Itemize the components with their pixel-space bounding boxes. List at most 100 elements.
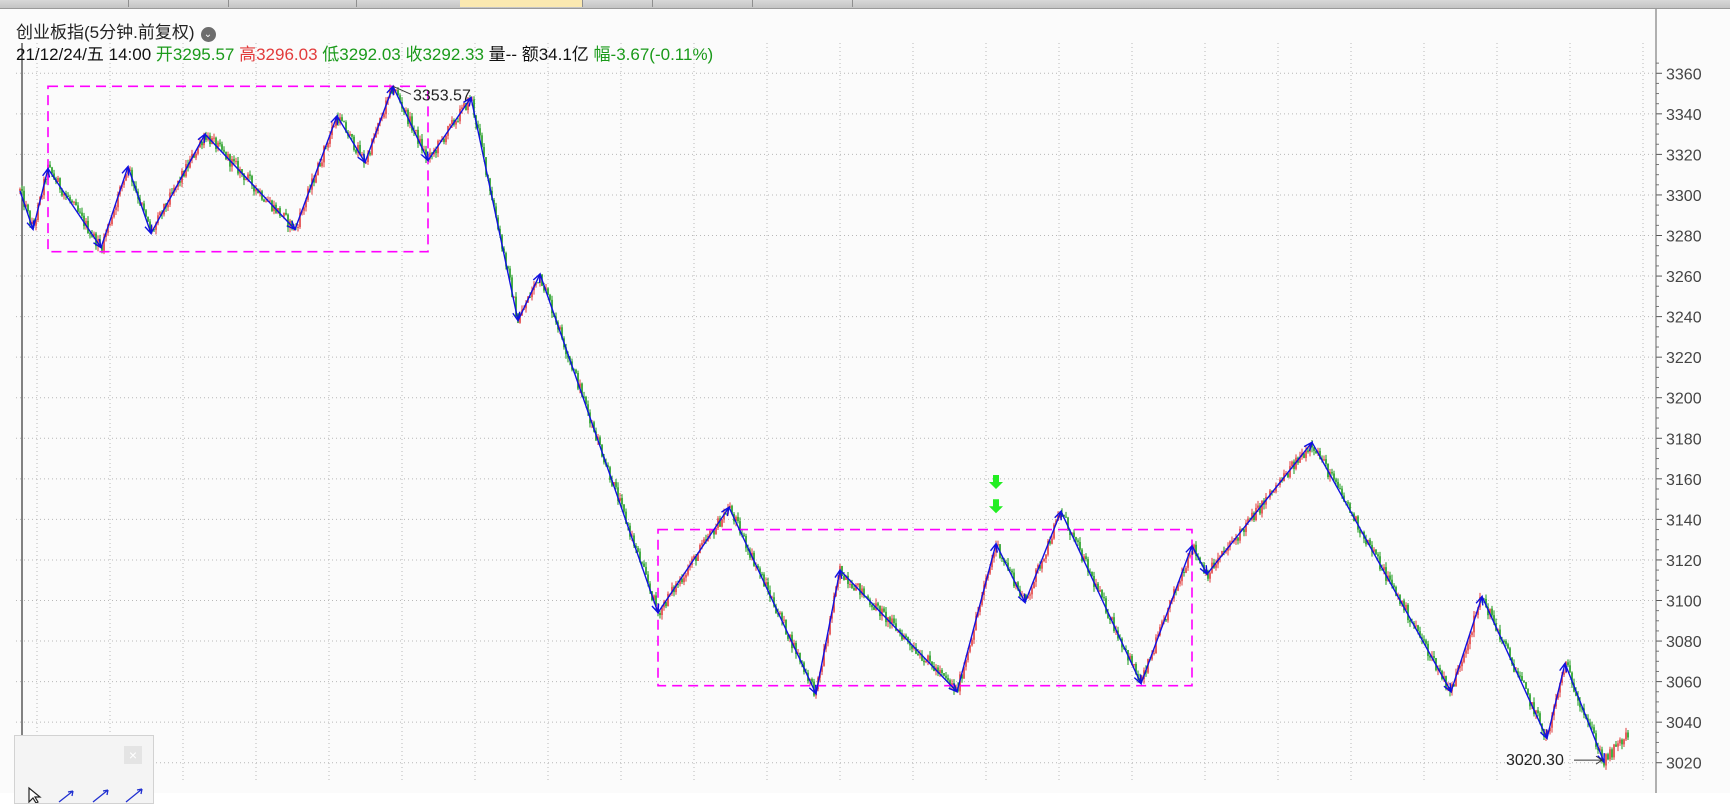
candle-body bbox=[71, 200, 73, 203]
candle-body bbox=[1617, 743, 1619, 747]
candle-body bbox=[479, 128, 481, 136]
candle-body bbox=[1333, 473, 1335, 480]
candle-body bbox=[235, 161, 237, 163]
candle-body bbox=[1627, 732, 1629, 738]
candlesticks bbox=[19, 84, 1629, 770]
candle-body bbox=[19, 189, 21, 191]
candle-body bbox=[285, 212, 287, 215]
chart-tab-strip[interactable] bbox=[0, 0, 1730, 9]
low-annotation-label: 3020.30 bbox=[1506, 752, 1564, 769]
candle-body bbox=[369, 152, 371, 155]
candle-body bbox=[21, 189, 23, 191]
kline-chart[interactable]: 3020 3040 3060 3080 3100 3120 3140 3160 3180 3200… bbox=[0, 9, 1730, 793]
candle-body bbox=[1591, 726, 1593, 728]
candle-body bbox=[737, 516, 739, 522]
zigzag-segment bbox=[1564, 663, 1605, 763]
consolidation-box bbox=[657, 528, 1193, 687]
candle-body bbox=[1609, 749, 1611, 760]
candle-body bbox=[1133, 664, 1135, 666]
candle-body bbox=[1375, 549, 1377, 555]
candle-body bbox=[1625, 732, 1627, 740]
candle-body bbox=[1623, 739, 1625, 745]
candle-body bbox=[659, 612, 661, 616]
candle-body bbox=[941, 670, 943, 674]
candle-body bbox=[1433, 655, 1435, 658]
candle-body bbox=[1101, 589, 1103, 598]
candle-body bbox=[321, 162, 323, 167]
chart-tab[interactable] bbox=[228, 0, 357, 7]
candle-body bbox=[945, 675, 947, 678]
chart-tab[interactable] bbox=[356, 0, 461, 7]
zigzag-segment bbox=[839, 569, 958, 693]
zigzag-segment bbox=[1481, 596, 1548, 739]
y-axis-tick-label: 3240 bbox=[1666, 310, 1702, 327]
drawing-tool-panel[interactable]: × bbox=[14, 735, 154, 804]
zigzag-segment bbox=[47, 168, 102, 249]
y-axis-tick-label: 3120 bbox=[1666, 553, 1702, 570]
arrow-line-tool-icon[interactable] bbox=[125, 788, 143, 803]
zigzag-segment bbox=[150, 133, 206, 234]
chart-tab[interactable] bbox=[652, 0, 753, 7]
zigzag-segment bbox=[1060, 510, 1142, 684]
high-value: 3296.03 bbox=[256, 45, 318, 64]
candle-body bbox=[115, 207, 117, 211]
candle-body bbox=[79, 211, 81, 213]
candle-body bbox=[73, 201, 75, 203]
candle-body bbox=[195, 153, 197, 158]
candle-body bbox=[905, 635, 907, 638]
chart-tab-active[interactable] bbox=[460, 0, 583, 7]
candle-body bbox=[1103, 597, 1105, 599]
candle-body bbox=[57, 178, 59, 182]
y-axis-tick-label: 3060 bbox=[1666, 675, 1702, 692]
candle-body bbox=[643, 563, 645, 567]
candle-body bbox=[1537, 710, 1539, 714]
candle-body bbox=[223, 149, 225, 152]
y-axis-tick-label: 3200 bbox=[1666, 391, 1702, 408]
sell-signal-arrow-icon bbox=[989, 474, 1003, 489]
chart-tab[interactable] bbox=[128, 0, 229, 7]
candle-body bbox=[877, 603, 879, 606]
candle-body bbox=[843, 575, 845, 580]
candle-body bbox=[1467, 644, 1469, 651]
cursor-tool-icon[interactable] bbox=[28, 786, 42, 803]
chart-tab[interactable] bbox=[752, 0, 853, 7]
y-axis-tick-label: 3100 bbox=[1666, 594, 1702, 611]
zigzag-segment bbox=[956, 543, 997, 692]
y-axis-tick-label: 3280 bbox=[1666, 229, 1702, 246]
candle-body bbox=[1237, 537, 1239, 541]
candle-body bbox=[857, 583, 859, 585]
kline-chart-area[interactable]: 3020 3040 3060 3080 3100 3120 3140 3160 3180 3200… bbox=[0, 9, 1730, 804]
candle-body bbox=[761, 573, 763, 575]
candle-body bbox=[1563, 672, 1565, 675]
y-axis-tick-label: 3340 bbox=[1666, 107, 1702, 124]
candle-body bbox=[1611, 749, 1613, 758]
zigzag-segment bbox=[336, 115, 366, 163]
candle-body bbox=[1183, 571, 1185, 573]
candle-body bbox=[681, 578, 683, 583]
zigzag-segment bbox=[1311, 441, 1452, 693]
candle-body bbox=[1215, 564, 1217, 568]
candle-body bbox=[1615, 744, 1617, 747]
zigzag-segment bbox=[995, 543, 1026, 603]
candle-body bbox=[509, 268, 511, 278]
candle-body bbox=[1505, 641, 1507, 645]
ray-tool-icon[interactable] bbox=[92, 789, 109, 803]
candle-body bbox=[201, 141, 203, 146]
candle-body bbox=[1043, 558, 1045, 562]
candle-body bbox=[1065, 516, 1067, 518]
candle-body bbox=[783, 619, 785, 621]
candle-body bbox=[701, 543, 703, 546]
candle-body bbox=[1423, 639, 1425, 641]
chart-tab[interactable] bbox=[0, 0, 129, 7]
zigzag-segment bbox=[100, 166, 129, 248]
zigzag-segment bbox=[1024, 511, 1062, 603]
candle-body bbox=[1099, 589, 1101, 592]
candle-body bbox=[1521, 676, 1523, 681]
zigzag-segment bbox=[32, 168, 49, 230]
chart-tab[interactable] bbox=[582, 0, 653, 7]
candle-body bbox=[923, 660, 925, 663]
candle-body bbox=[1239, 529, 1241, 541]
candle-body bbox=[361, 154, 363, 156]
candle-body bbox=[811, 679, 813, 682]
candle-body bbox=[237, 161, 239, 174]
